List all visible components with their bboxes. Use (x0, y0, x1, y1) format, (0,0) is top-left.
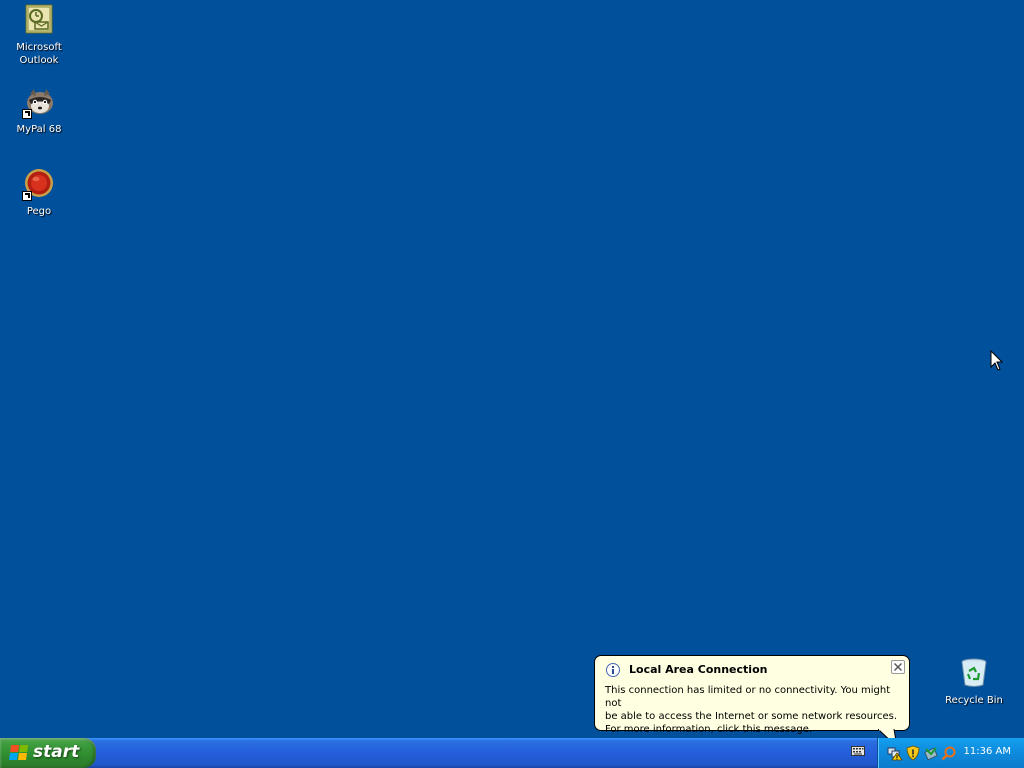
desktop-icon-label: Recycle Bin (945, 695, 1003, 706)
balloon-message[interactable]: This connection has limited or no connec… (605, 684, 905, 736)
system-tray: 11:36 AM (877, 738, 1024, 768)
desktop-icon-label: Microsoft Outlook (16, 42, 62, 66)
pego-icon (22, 168, 55, 201)
shortcut-arrow-icon (22, 109, 32, 119)
close-icon[interactable] (891, 660, 905, 674)
taskbar: start 11:36 AM (0, 738, 1024, 768)
balloon-title: Local Area Connection (629, 663, 768, 676)
search-icon[interactable] (941, 745, 957, 761)
start-label: start (33, 742, 80, 762)
clock[interactable]: 11:36 AM (964, 746, 1011, 757)
security-shield-icon[interactable] (905, 745, 921, 761)
network-warning-icon[interactable] (887, 745, 903, 761)
desktop: Microsoft Outlook MyPal 68 Pego Recycle … (0, 0, 1024, 738)
info-icon (606, 663, 620, 677)
recycle-bin-icon (958, 657, 990, 689)
desktop-icon-mypal[interactable]: MyPal 68 (1, 86, 77, 136)
desktop-icon-recycle-bin[interactable]: Recycle Bin (936, 657, 1012, 707)
outlook-icon (23, 4, 55, 36)
keyboard-icon[interactable] (851, 746, 865, 756)
mouse-cursor-icon (990, 350, 1004, 371)
desktop-icon-outlook[interactable]: Microsoft Outlook (1, 4, 77, 67)
shortcut-arrow-icon (22, 191, 32, 201)
network-balloon-notification[interactable]: Local Area Connection This connection ha… (594, 655, 910, 735)
safely-remove-hardware-icon[interactable] (923, 745, 939, 761)
windows-logo-icon (9, 745, 29, 761)
mypal-icon (22, 86, 55, 119)
desktop-icon-label: Pego (26, 206, 52, 217)
desktop-icon-pego[interactable]: Pego (1, 168, 77, 218)
desktop-icon-label: MyPal 68 (16, 124, 62, 135)
start-button[interactable]: start (0, 738, 96, 768)
